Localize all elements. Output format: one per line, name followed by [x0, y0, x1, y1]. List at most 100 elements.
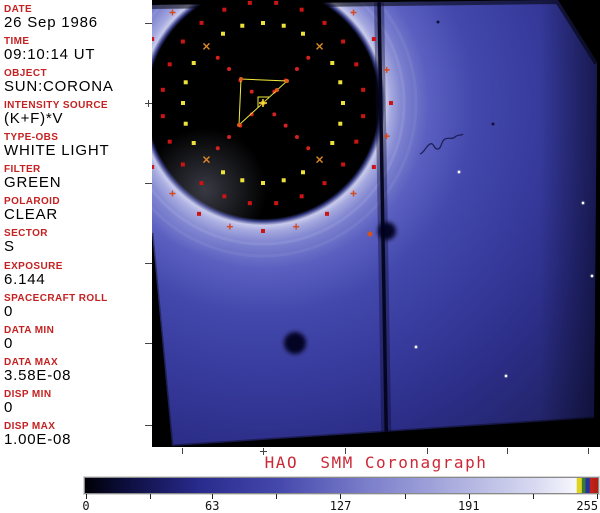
sidebar-field-sector: SECTOR S — [4, 228, 48, 254]
colorbar-minor-tick — [150, 494, 152, 499]
field-value-filter: GREEN — [4, 174, 62, 192]
ring-dot — [354, 139, 359, 144]
white-speck — [581, 201, 585, 205]
diagonal-dot — [272, 112, 277, 117]
sidebar-field-filter: FILTER GREEN — [4, 164, 61, 190]
field-label-exposure: EXPOSURE — [4, 260, 63, 272]
ring-dot — [261, 21, 265, 25]
ring-dot — [274, 201, 279, 206]
dark-blob — [378, 222, 396, 240]
colorbar-minor-tick — [404, 494, 406, 499]
field-label-spacecraft-roll: SPACECRAFT ROLL — [4, 292, 108, 304]
field-value-object: SUN:CORONA — [4, 78, 114, 96]
field-value-date: 26 Sep 1986 — [4, 14, 98, 31]
field-value-intensity-source: (K+F)*V — [4, 110, 64, 128]
ring-dot — [167, 139, 172, 144]
ring-dot — [240, 178, 245, 183]
ring-dot — [354, 62, 359, 67]
field-value-data-max: 3.58E-08 — [4, 366, 72, 384]
field-value-disp-min: 0 — [4, 398, 14, 416]
ring-dot — [199, 20, 204, 25]
field-value-time: 09:10:14 UT — [4, 46, 96, 64]
ring-dot — [322, 20, 327, 25]
ring-dot — [330, 61, 335, 65]
colorbar-tick-label: 0 — [82, 499, 90, 513]
ring-dot — [301, 170, 305, 175]
colorbar-minor-tick — [276, 494, 278, 499]
ring-dot — [361, 114, 366, 119]
ring-dot — [222, 194, 227, 199]
ring-dot — [160, 114, 165, 119]
colorbar-tick-label: 127 — [329, 499, 352, 513]
image-tick-left — [145, 263, 152, 264]
ring-dot — [361, 87, 366, 92]
ring-dot — [301, 31, 305, 36]
ring-dot — [160, 87, 165, 92]
diagonal-dot — [215, 146, 220, 151]
image-tick-left — [145, 183, 152, 184]
ring-dot — [261, 181, 265, 185]
ring-dot — [180, 39, 185, 44]
ring-dot — [199, 181, 204, 186]
colorbar-gradient — [84, 477, 599, 494]
right-edge-vignette — [540, 0, 597, 446]
ring-dot — [167, 62, 172, 67]
sidebar-field-spacecraft-roll: SPACECRAFT ROLL 0 — [4, 293, 108, 319]
footer-title: HAO SMM Coronagraph — [264, 453, 488, 472]
coronagraph-image[interactable] — [152, 0, 600, 447]
ring-dot — [191, 61, 196, 65]
diagonal-dot — [294, 134, 299, 139]
ring-dot — [299, 7, 304, 12]
coronagraph-photo — [152, 0, 597, 446]
white-speck — [504, 374, 508, 378]
ring-dot — [221, 31, 225, 36]
ring-dot — [281, 178, 286, 183]
ring-dot — [247, 201, 252, 206]
field-value-polaroid: CLEAR — [4, 206, 59, 224]
diagonal-dot — [306, 146, 311, 151]
image-area[interactable] — [152, 0, 600, 447]
dark-blob — [284, 332, 306, 354]
colorbar-tick-label: 191 — [457, 499, 480, 513]
sidebar-field-object: OBJECT SUN:CORONA — [4, 68, 114, 94]
triangle-vertex-dot — [239, 77, 243, 81]
triangle-vertex-dot — [275, 88, 279, 92]
ring-dot — [325, 211, 329, 216]
colorbar-tick-label: 63 — [205, 499, 220, 513]
diagonal-dot — [294, 67, 299, 72]
diagonal-dot — [306, 55, 311, 60]
ring-dot — [197, 211, 201, 216]
sidebar-field-data-max: DATA MAX 3.58E-08 — [4, 357, 71, 383]
ring-dot — [281, 23, 286, 28]
image-tick-bottom — [427, 448, 428, 454]
ring-dot — [371, 165, 376, 169]
image-tick-left — [145, 23, 152, 24]
image-tick-bottom — [345, 448, 346, 454]
diagonal-dot — [227, 134, 232, 139]
diagonal-dot — [249, 89, 254, 94]
ring-dot — [191, 141, 196, 145]
metadata-sidebar: DATE 26 Sep 1986 TIME 09:10:14 UT OBJECT SUN:… — [0, 0, 152, 447]
image-tick-bottom — [182, 448, 183, 454]
ring-dot — [338, 80, 343, 85]
ring-dot — [299, 194, 304, 199]
field-value-spacecraft-roll: 0 — [4, 302, 14, 320]
ring-dot — [183, 80, 188, 85]
ring-dot — [389, 101, 393, 105]
ring-dot — [330, 141, 335, 145]
colorbar-tick-label: 255 — [576, 499, 599, 513]
field-value-data-min: 0 — [4, 334, 14, 352]
ring-dot — [371, 37, 376, 41]
sun-center-tick-x-v — [263, 448, 264, 455]
dark-speck — [436, 20, 440, 24]
diagonal-dot — [283, 123, 288, 128]
ring-dot — [338, 121, 343, 126]
image-tick-left — [145, 343, 152, 344]
field-value-type-obs: WHITE LIGHT — [4, 142, 110, 160]
ring-dot — [322, 181, 327, 186]
sidebar-field-data-min: DATA MIN 0 — [4, 325, 54, 351]
diagonal-dot — [215, 55, 220, 60]
sidebar-field-polaroid: POLAROID CLEAR — [4, 196, 60, 222]
app-window: { "window": {"background": "#ffffff"}, "… — [0, 0, 600, 513]
ring-dot — [222, 7, 227, 12]
